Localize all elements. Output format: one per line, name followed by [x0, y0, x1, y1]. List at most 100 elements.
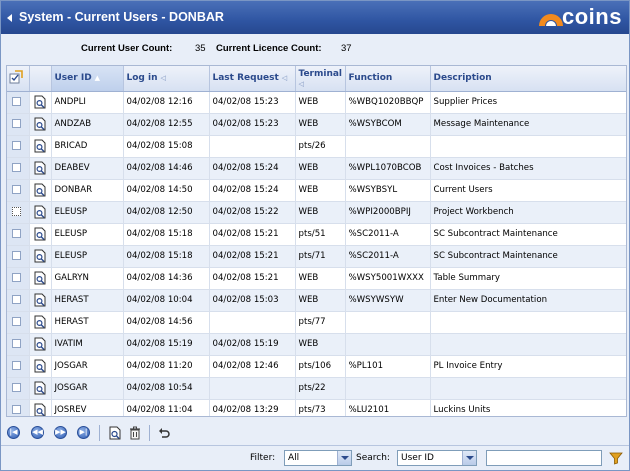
row-checkbox[interactable]	[12, 251, 21, 260]
table-row[interactable]: DONBAR 04/02/08 14:50 04/02/08 15:24 WEB %WS…	[7, 179, 626, 202]
apply-filter-button[interactable]	[608, 450, 624, 466]
view-document-icon[interactable]	[34, 359, 47, 373]
last-request-cell: 04/02/08 15:19	[209, 333, 296, 356]
coins-logo: coins	[538, 4, 626, 29]
row-checkbox[interactable]	[12, 141, 21, 150]
view-document-icon[interactable]	[34, 271, 47, 285]
search-input[interactable]	[486, 450, 602, 466]
col-header-terminal[interactable]: Terminal ◁	[295, 66, 346, 92]
row-checkbox[interactable]	[12, 383, 21, 392]
table-row[interactable]: IVATIM 04/02/08 15:19 04/02/08 15:19 WEB	[7, 333, 626, 356]
row-checkbox[interactable]	[12, 163, 21, 172]
previous-page-button[interactable]: ◀◀	[31, 426, 45, 440]
row-select-cell	[7, 91, 30, 114]
first-page-button[interactable]: |◀	[7, 426, 21, 440]
select-all-header[interactable]	[7, 66, 30, 92]
col-header-log-in[interactable]: Log in ◁	[123, 66, 210, 92]
view-document-icon[interactable]	[34, 183, 47, 197]
function-cell	[345, 135, 431, 158]
view-button[interactable]	[108, 426, 122, 440]
view-document-icon[interactable]	[34, 95, 47, 109]
view-document-icon[interactable]	[34, 117, 47, 131]
function-cell: %WSYBCOM	[345, 113, 431, 136]
toolbar-divider	[99, 425, 100, 441]
row-checkbox[interactable]	[12, 229, 21, 238]
delete-button[interactable]	[128, 426, 142, 440]
back-arrow-icon[interactable]	[7, 14, 12, 22]
function-cell: %WSYWSYW	[345, 289, 431, 312]
table-row[interactable]: HERAST 04/02/08 10:04 04/02/08 15:03 WEB %WS…	[7, 289, 626, 312]
table-row[interactable]: HERAST 04/02/08 14:56 pts/77	[7, 311, 626, 334]
logo-arch-icon	[539, 14, 563, 26]
view-document-icon[interactable]	[34, 337, 47, 351]
description-cell: Table Summary	[430, 267, 626, 290]
terminal-cell: pts/22	[295, 377, 346, 400]
licence-count-label: Current Licence Count:	[216, 43, 322, 54]
chevron-down-icon[interactable]	[462, 451, 476, 465]
col-header-description[interactable]: Description	[430, 66, 626, 92]
view-document-icon[interactable]	[34, 403, 47, 417]
search-field-select[interactable]: User ID	[397, 450, 477, 466]
last-request-cell: 04/02/08 15:24	[209, 179, 296, 202]
select-all-icon[interactable]	[9, 69, 23, 84]
row-checkbox[interactable]	[12, 361, 21, 370]
row-checkbox[interactable]	[12, 295, 21, 304]
row-checkbox[interactable]	[12, 119, 21, 128]
row-checkbox[interactable]	[12, 185, 21, 194]
sort-none-icon: ◁	[160, 74, 166, 83]
table-row[interactable]: JOSGAR 04/02/08 10:54 pts/22	[7, 377, 626, 400]
view-column-header	[29, 66, 52, 92]
col-header-function[interactable]: Function	[345, 66, 431, 92]
view-document-icon[interactable]	[34, 139, 47, 153]
next-page-button[interactable]: ▶▶	[54, 426, 68, 440]
table-row[interactable]: DEABEV 04/02/08 14:46 04/02/08 15:24 WEB %WP…	[7, 157, 626, 180]
table-row[interactable]: ELEUSP 04/02/08 15:18 04/02/08 15:21 pts/71…	[7, 245, 626, 268]
refresh-button[interactable]	[157, 426, 171, 440]
last-request-cell	[209, 135, 296, 158]
toolbar-divider	[149, 425, 150, 441]
table-row[interactable]: JOSREV 04/02/08 11:04 04/02/08 13:29 pts/73…	[7, 399, 626, 417]
row-checkbox[interactable]	[12, 97, 21, 106]
col-label-terminal: Terminal	[298, 69, 343, 79]
row-checkbox[interactable]	[12, 317, 21, 326]
last-page-button[interactable]: ▶|	[77, 426, 91, 440]
description-cell	[430, 135, 626, 158]
table-row[interactable]: ELEUSP 04/02/08 12:50 04/02/08 15:22 WEB %WP…	[7, 201, 626, 224]
table-row[interactable]: ANDPLI 04/02/08 12:16 04/02/08 15:23 WEB %WB…	[7, 91, 626, 114]
last-request-cell: 04/02/08 15:24	[209, 157, 296, 180]
table-row[interactable]: JOSGAR 04/02/08 11:20 04/02/08 12:46 pts/10…	[7, 355, 626, 378]
grid-toolbar: |◀ ◀◀ ▶▶ ▶|	[1, 421, 629, 445]
user-id-cell: IVATIM	[51, 333, 124, 356]
last-request-cell: 04/02/08 15:03	[209, 289, 296, 312]
view-document-icon[interactable]	[34, 161, 47, 175]
function-cell	[345, 311, 431, 334]
last-request-cell	[209, 377, 296, 400]
col-header-user-id[interactable]: User ID ▲	[51, 66, 124, 92]
row-checkbox[interactable]	[12, 339, 21, 348]
terminal-cell: WEB	[295, 179, 346, 202]
view-document-icon[interactable]	[34, 227, 47, 241]
table-row[interactable]: ELEUSP 04/02/08 15:18 04/02/08 15:21 pts/51…	[7, 223, 626, 246]
col-header-last-request[interactable]: Last Request ◁	[209, 66, 296, 92]
row-checkbox[interactable]	[12, 405, 21, 414]
row-checkbox[interactable]	[12, 273, 21, 282]
view-document-icon[interactable]	[34, 381, 47, 395]
view-document-icon[interactable]	[34, 205, 47, 219]
table-row[interactable]: ANDZAB 04/02/08 12:55 04/02/08 15:23 WEB %WS…	[7, 113, 626, 136]
view-document-icon[interactable]	[34, 249, 47, 263]
sort-asc-icon: ▲	[94, 74, 101, 83]
header-row: User ID ▲ Log in ◁ Last Request ◁ Terminal ◁…	[7, 66, 626, 92]
col-label-function: Function	[348, 73, 393, 84]
row-select-cell	[7, 245, 30, 268]
view-document-icon[interactable]	[34, 315, 47, 329]
chevron-down-icon[interactable]	[337, 451, 351, 465]
view-document-icon[interactable]	[34, 293, 47, 307]
description-cell: Supplier Prices	[430, 91, 626, 114]
login-cell: 04/02/08 11:20	[123, 355, 210, 378]
table-row[interactable]: GALRYN 04/02/08 14:36 04/02/08 15:21 WEB %WS…	[7, 267, 626, 290]
login-cell: 04/02/08 15:19	[123, 333, 210, 356]
row-select-cell	[7, 289, 30, 312]
filter-select[interactable]: All	[284, 450, 352, 466]
table-row[interactable]: BRICAD 04/02/08 15:08 pts/26	[7, 135, 626, 158]
row-checkbox[interactable]	[12, 207, 21, 216]
